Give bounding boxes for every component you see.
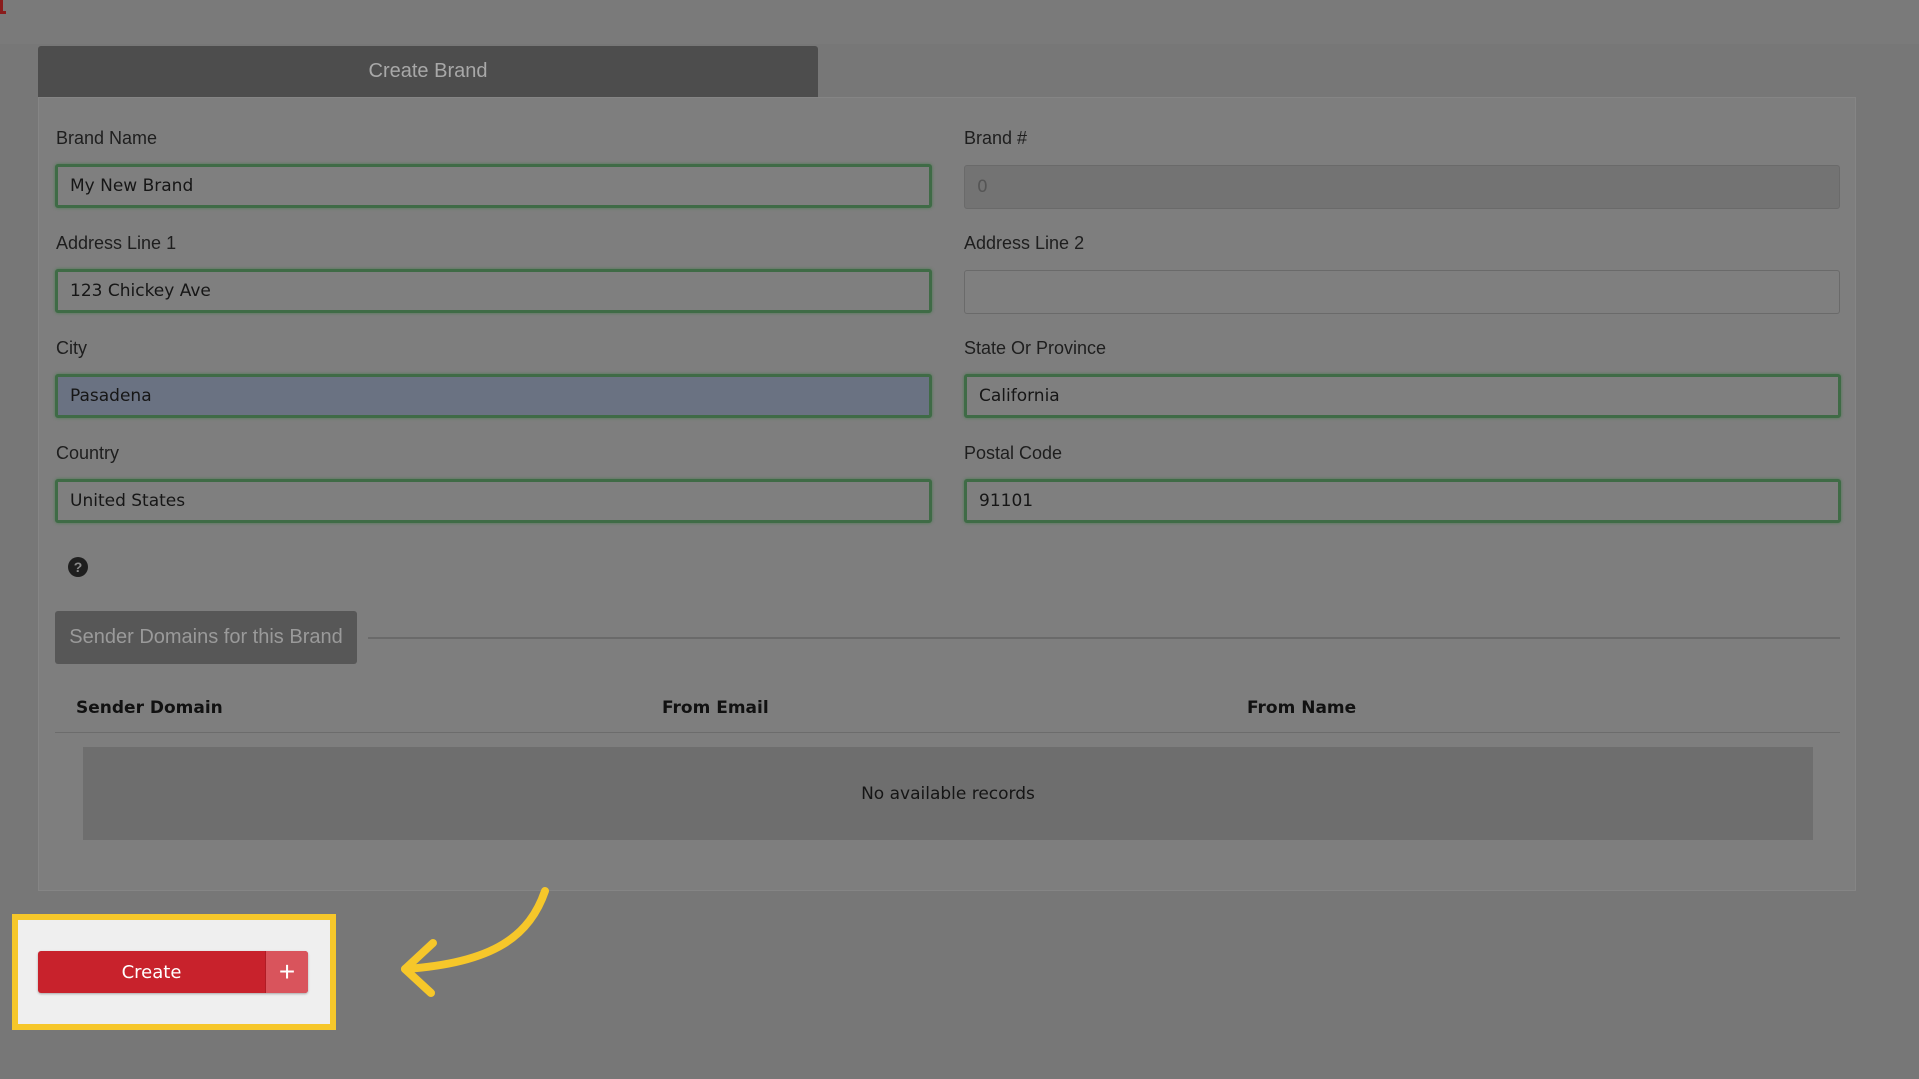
postal-code-label: Postal Code — [964, 443, 1063, 463]
city-label: City — [56, 338, 87, 358]
brand-number-input: 0 — [964, 165, 1840, 209]
brand-name-label: Brand Name — [56, 128, 158, 148]
top-bar — [0, 0, 1919, 44]
brand-number-label: Brand # — [964, 128, 1028, 148]
postal-code-input[interactable]: 91101 — [964, 479, 1841, 523]
column-header-sender-domain[interactable]: Sender Domain — [76, 698, 223, 718]
column-header-from-email[interactable]: From Email — [662, 698, 769, 718]
address-line-2-label: Address Line 2 — [964, 233, 1085, 253]
section-divider — [368, 637, 1840, 639]
sender-domains-section-button[interactable]: Sender Domains for this Brand — [55, 611, 357, 664]
help-icon[interactable]: ? — [68, 557, 88, 577]
address-line-1-label: Address Line 1 — [56, 233, 177, 253]
country-input[interactable]: United States — [55, 479, 932, 523]
brand-name-input[interactable]: My New Brand — [55, 164, 932, 208]
column-header-from-name[interactable]: From Name — [1247, 698, 1356, 718]
tab-create-brand[interactable]: Create Brand — [38, 46, 818, 97]
state-input[interactable]: California — [964, 374, 1841, 418]
empty-records-row: No available records — [83, 747, 1813, 840]
address-line-2-input[interactable] — [964, 270, 1840, 314]
create-button-label: Create — [121, 961, 182, 983]
address-line-1-input[interactable]: 123 Chickey Ave — [55, 269, 932, 313]
plus-icon: + — [265, 951, 308, 993]
state-label: State Or Province — [964, 338, 1107, 358]
country-label: Country — [56, 443, 120, 463]
table-header-divider — [55, 732, 1840, 733]
city-input[interactable]: Pasadena — [55, 374, 932, 418]
pointer-arrow-icon — [401, 887, 549, 997]
logo-icon — [0, 0, 6, 14]
create-button[interactable]: Create + — [38, 951, 308, 993]
